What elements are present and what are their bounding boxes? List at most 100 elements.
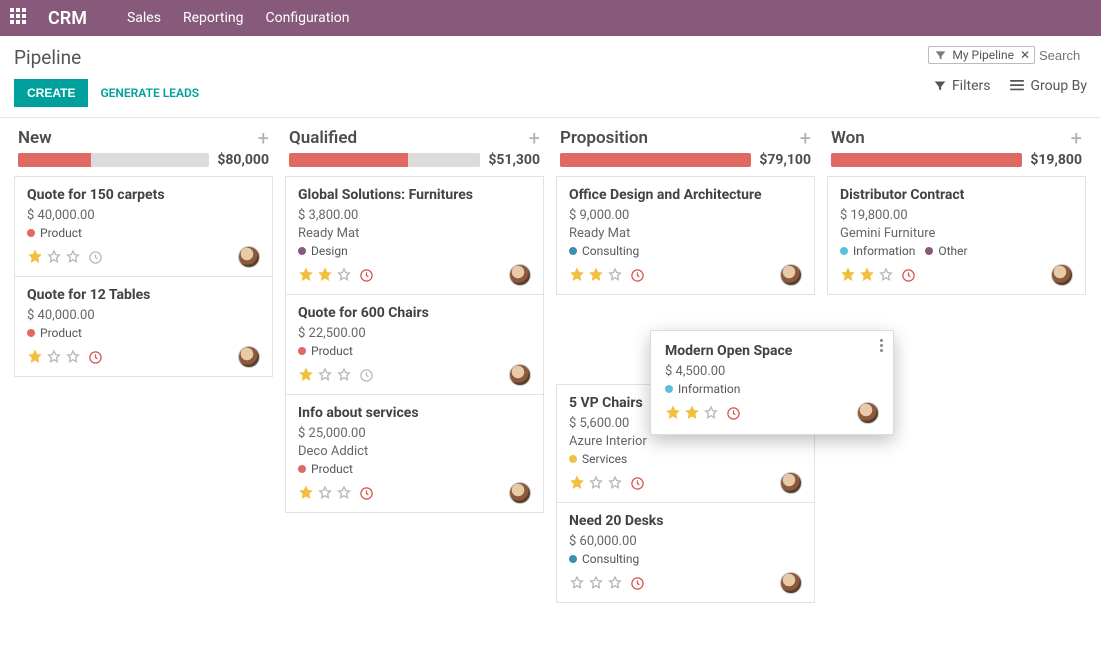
star-icon[interactable] — [607, 575, 623, 591]
kanban-card[interactable]: Global Solutions: Furnitures $ 3,800.00 … — [285, 176, 544, 295]
clock-icon[interactable] — [359, 486, 374, 501]
star-icon[interactable] — [317, 267, 333, 283]
kanban-card-dragging[interactable]: Modern Open Space $ 4,500.00 Information — [650, 330, 894, 435]
star-icon[interactable] — [46, 249, 62, 265]
card-title: Global Solutions: Furnitures — [298, 187, 531, 203]
star-icon[interactable] — [569, 575, 585, 591]
filters-button[interactable]: Filters — [934, 78, 991, 94]
kanban-card[interactable]: Distributor Contract $ 19,800.00 Gemini … — [827, 176, 1086, 295]
star-icon[interactable] — [298, 267, 314, 283]
star-icon[interactable] — [317, 485, 333, 501]
kanban-column: New + $80,000 Quote for 150 carpets $ 40… — [8, 122, 279, 376]
star-icon[interactable] — [65, 349, 81, 365]
tag-dot-icon — [569, 247, 577, 255]
clock-icon[interactable] — [630, 576, 645, 591]
add-card-button[interactable]: + — [258, 128, 269, 148]
star-icon[interactable] — [569, 267, 585, 283]
create-button[interactable]: Create — [14, 79, 88, 107]
clock-icon[interactable] — [359, 368, 374, 383]
groupby-button[interactable]: Group By — [1010, 78, 1087, 94]
priority-stars — [840, 267, 916, 283]
tag: Consulting — [569, 552, 639, 566]
nav-reporting[interactable]: Reporting — [183, 10, 244, 26]
priority-stars — [27, 349, 103, 365]
nav-configuration[interactable]: Configuration — [266, 10, 350, 26]
star-icon[interactable] — [859, 267, 875, 283]
avatar[interactable] — [780, 572, 802, 594]
star-icon[interactable] — [840, 267, 856, 283]
star-icon[interactable] — [588, 575, 604, 591]
star-icon[interactable] — [336, 485, 352, 501]
star-icon[interactable] — [607, 267, 623, 283]
avatar[interactable] — [780, 472, 802, 494]
star-icon[interactable] — [588, 267, 604, 283]
star-icon[interactable] — [65, 249, 81, 265]
kanban-card[interactable]: Need 20 Desks $ 60,000.00 Consulting — [556, 502, 815, 603]
clock-icon[interactable] — [630, 268, 645, 283]
star-icon[interactable] — [298, 485, 314, 501]
clock-icon[interactable] — [88, 250, 103, 265]
star-icon[interactable] — [703, 405, 719, 421]
star-icon[interactable] — [336, 367, 352, 383]
nav-sales[interactable]: Sales — [127, 10, 161, 26]
avatar[interactable] — [238, 346, 260, 368]
priority-stars — [298, 267, 374, 283]
add-card-button[interactable]: + — [529, 128, 540, 148]
star-icon[interactable] — [588, 475, 604, 491]
clock-icon[interactable] — [359, 268, 374, 283]
avatar[interactable] — [509, 364, 531, 386]
tag-label: Consulting — [582, 244, 639, 258]
tag-dot-icon — [298, 347, 306, 355]
clock-icon[interactable] — [901, 268, 916, 283]
kanban-column: Qualified + $51,300 Global Solutions: Fu… — [279, 122, 550, 512]
card-tags: Consulting — [569, 244, 802, 258]
card-title: Office Design and Architecture — [569, 187, 802, 203]
star-icon[interactable] — [665, 405, 681, 421]
card-subtitle: Azure Interior — [569, 434, 802, 449]
star-icon[interactable] — [46, 349, 62, 365]
star-icon[interactable] — [27, 349, 43, 365]
kebab-icon[interactable] — [880, 339, 883, 352]
apps-icon[interactable] — [10, 8, 30, 28]
priority-stars — [569, 267, 645, 283]
kanban-card[interactable]: Quote for 150 carpets $ 40,000.00 Produc… — [14, 176, 273, 277]
search-input[interactable] — [1039, 48, 1087, 63]
clock-icon[interactable] — [630, 476, 645, 491]
add-card-button[interactable]: + — [1071, 128, 1082, 148]
funnel-icon — [934, 80, 946, 92]
avatar[interactable] — [238, 246, 260, 268]
star-icon[interactable] — [607, 475, 623, 491]
add-card-button[interactable]: + — [800, 128, 811, 148]
priority-stars — [27, 249, 103, 265]
kanban-card[interactable]: Info about services $ 25,000.00 Deco Add… — [285, 394, 544, 513]
star-icon[interactable] — [336, 267, 352, 283]
avatar[interactable] — [1051, 264, 1073, 286]
generate-leads-button[interactable]: Generate Leads — [100, 86, 199, 100]
tag-label: Product — [40, 226, 82, 240]
avatar[interactable] — [857, 402, 879, 424]
avatar[interactable] — [509, 482, 531, 504]
tag-label: Services — [582, 452, 627, 466]
clock-icon[interactable] — [726, 406, 741, 421]
kanban-card[interactable]: Quote for 12 Tables $ 40,000.00 Product — [14, 276, 273, 377]
tag-dot-icon — [27, 229, 35, 237]
star-icon[interactable] — [878, 267, 894, 283]
top-nav: CRM Sales Reporting Configuration — [0, 0, 1101, 36]
tag-dot-icon — [298, 465, 306, 473]
tag-dot-icon — [27, 329, 35, 337]
avatar[interactable] — [780, 264, 802, 286]
star-icon[interactable] — [298, 367, 314, 383]
star-icon[interactable] — [317, 367, 333, 383]
clock-icon[interactable] — [88, 350, 103, 365]
card-title: Quote for 600 Chairs — [298, 305, 531, 321]
avatar[interactable] — [509, 264, 531, 286]
close-icon[interactable]: ✕ — [1020, 48, 1030, 62]
priority-stars — [569, 475, 645, 491]
star-icon[interactable] — [27, 249, 43, 265]
star-icon[interactable] — [684, 405, 700, 421]
kanban-card[interactable]: Quote for 600 Chairs $ 22,500.00 Product — [285, 294, 544, 395]
kanban-card[interactable]: Office Design and Architecture $ 9,000.0… — [556, 176, 815, 295]
star-icon[interactable] — [569, 475, 585, 491]
filter-pill[interactable]: My Pipeline ✕ — [928, 46, 1035, 64]
progress-bar — [560, 153, 751, 167]
